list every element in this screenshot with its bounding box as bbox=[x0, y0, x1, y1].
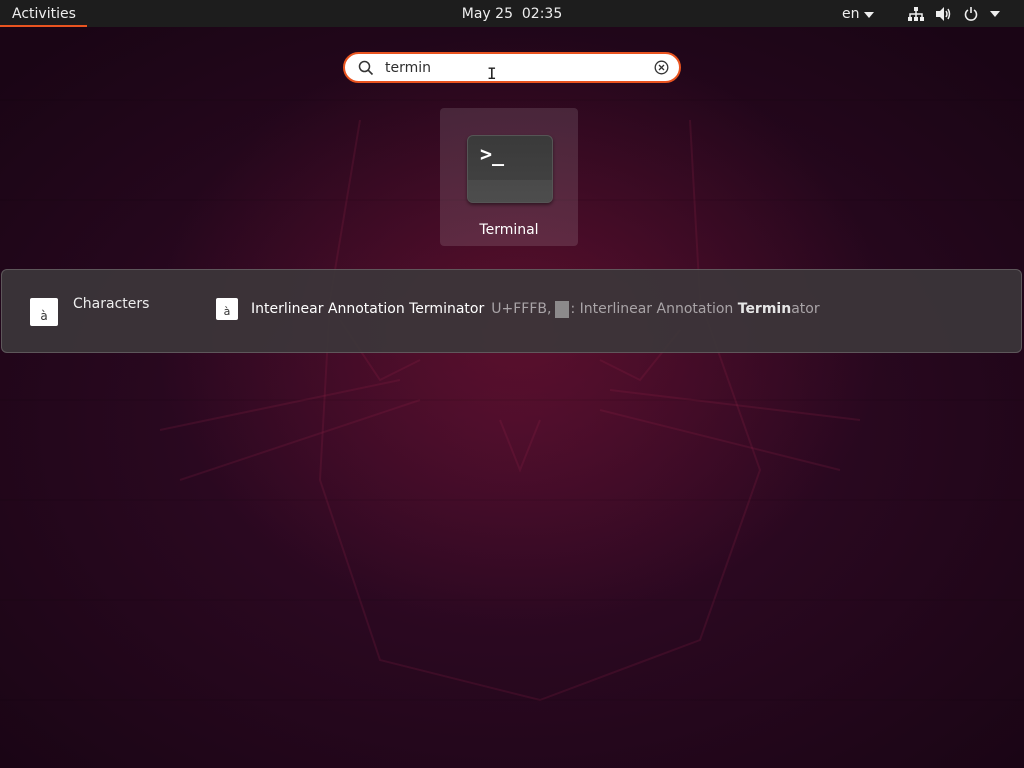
system-tray[interactable] bbox=[908, 0, 1000, 27]
provider-name: Characters bbox=[73, 296, 150, 312]
power-icon bbox=[964, 6, 978, 21]
characters-app-glyph: à bbox=[40, 309, 48, 323]
app-label: Terminal bbox=[479, 222, 539, 238]
language-indicator[interactable]: en bbox=[842, 0, 874, 27]
chevron-down-icon bbox=[990, 10, 1000, 17]
top-bar: Activities May 25 02:35 en bbox=[0, 0, 1024, 27]
network-icon bbox=[908, 6, 924, 21]
characters-app-icon[interactable]: à bbox=[30, 298, 58, 326]
result-description: U+FFFB, : Interlinear Annotation Termin … bbox=[491, 300, 820, 318]
clear-search-icon[interactable] bbox=[654, 60, 669, 79]
language-label: en bbox=[842, 5, 860, 22]
search-icon bbox=[358, 60, 374, 80]
provider-result-item[interactable]: à Interlinear Annotation Terminator U+FF… bbox=[216, 296, 820, 322]
app-result-terminal[interactable]: >_ Terminal bbox=[440, 108, 578, 246]
terminal-icon: >_ bbox=[467, 135, 553, 203]
search-provider-results: à Characters à Interlinear Annotation Te… bbox=[1, 269, 1022, 353]
text-cursor-icon: I bbox=[487, 64, 497, 83]
result-desc-suffix: ator bbox=[791, 301, 820, 317]
search-box[interactable] bbox=[343, 52, 681, 83]
character-glyph: à bbox=[223, 305, 231, 318]
clock-button[interactable]: May 25 02:35 bbox=[456, 6, 568, 22]
activities-button[interactable]: Activities bbox=[0, 0, 87, 27]
terminal-prompt: >_ bbox=[480, 142, 505, 166]
unrendered-glyph-icon bbox=[555, 300, 570, 318]
character-icon: à bbox=[216, 298, 238, 320]
chevron-down-icon bbox=[863, 6, 874, 22]
result-codepoint: U+FFFB, bbox=[491, 301, 552, 317]
result-title: Interlinear Annotation Terminator bbox=[251, 301, 485, 317]
result-desc-match: Termin bbox=[737, 301, 792, 317]
result-desc-text: : Interlinear Annotation bbox=[570, 301, 738, 317]
activities-label: Activities bbox=[12, 5, 76, 22]
search-input[interactable] bbox=[385, 58, 635, 78]
volume-icon bbox=[936, 6, 952, 21]
